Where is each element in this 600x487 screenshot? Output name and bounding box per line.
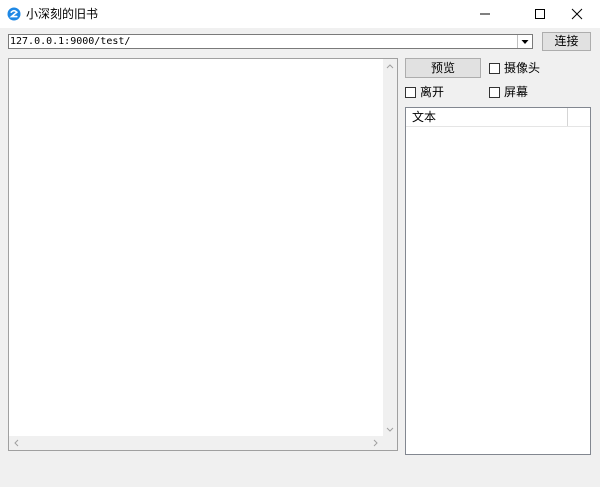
scroll-corner xyxy=(383,436,397,450)
camera-label: 摄像头 xyxy=(504,61,541,75)
leave-label: 离开 xyxy=(420,85,445,99)
text-list[interactable]: 文本 xyxy=(405,107,591,455)
minimize-icon xyxy=(480,13,490,15)
window-title: 小深刻的旧书 xyxy=(26,7,99,21)
screen-checkbox[interactable] xyxy=(489,87,500,98)
camera-checkbox[interactable] xyxy=(489,63,500,74)
url-dropdown-button[interactable] xyxy=(517,35,532,48)
column-header-empty[interactable] xyxy=(568,108,590,126)
scroll-up-icon[interactable] xyxy=(386,63,394,69)
scroll-left-icon[interactable] xyxy=(13,439,19,447)
column-header-text[interactable]: 文本 xyxy=(406,108,568,126)
preview-panel[interactable] xyxy=(8,58,398,451)
vertical-scrollbar[interactable] xyxy=(383,59,397,437)
connect-button[interactable]: 连接 xyxy=(542,32,591,51)
minimize-button[interactable] xyxy=(462,0,508,28)
leave-checkbox[interactable] xyxy=(405,87,416,98)
chevron-down-icon xyxy=(521,40,529,44)
url-input[interactable]: 127.0.0.1:9000/test/ xyxy=(10,35,130,48)
title-bar: 小深刻的旧书 xyxy=(0,0,600,28)
url-combobox[interactable]: 127.0.0.1:9000/test/ xyxy=(8,34,533,49)
close-icon xyxy=(571,8,583,20)
maximize-icon xyxy=(535,9,545,19)
horizontal-scrollbar[interactable] xyxy=(9,436,383,450)
close-button[interactable] xyxy=(554,0,600,28)
screen-label: 屏幕 xyxy=(504,85,529,99)
preview-button[interactable]: 预览 xyxy=(405,58,481,78)
app-icon xyxy=(7,7,21,21)
scroll-right-icon[interactable] xyxy=(373,439,379,447)
list-header: 文本 xyxy=(406,108,590,127)
scroll-down-icon[interactable] xyxy=(386,427,394,433)
